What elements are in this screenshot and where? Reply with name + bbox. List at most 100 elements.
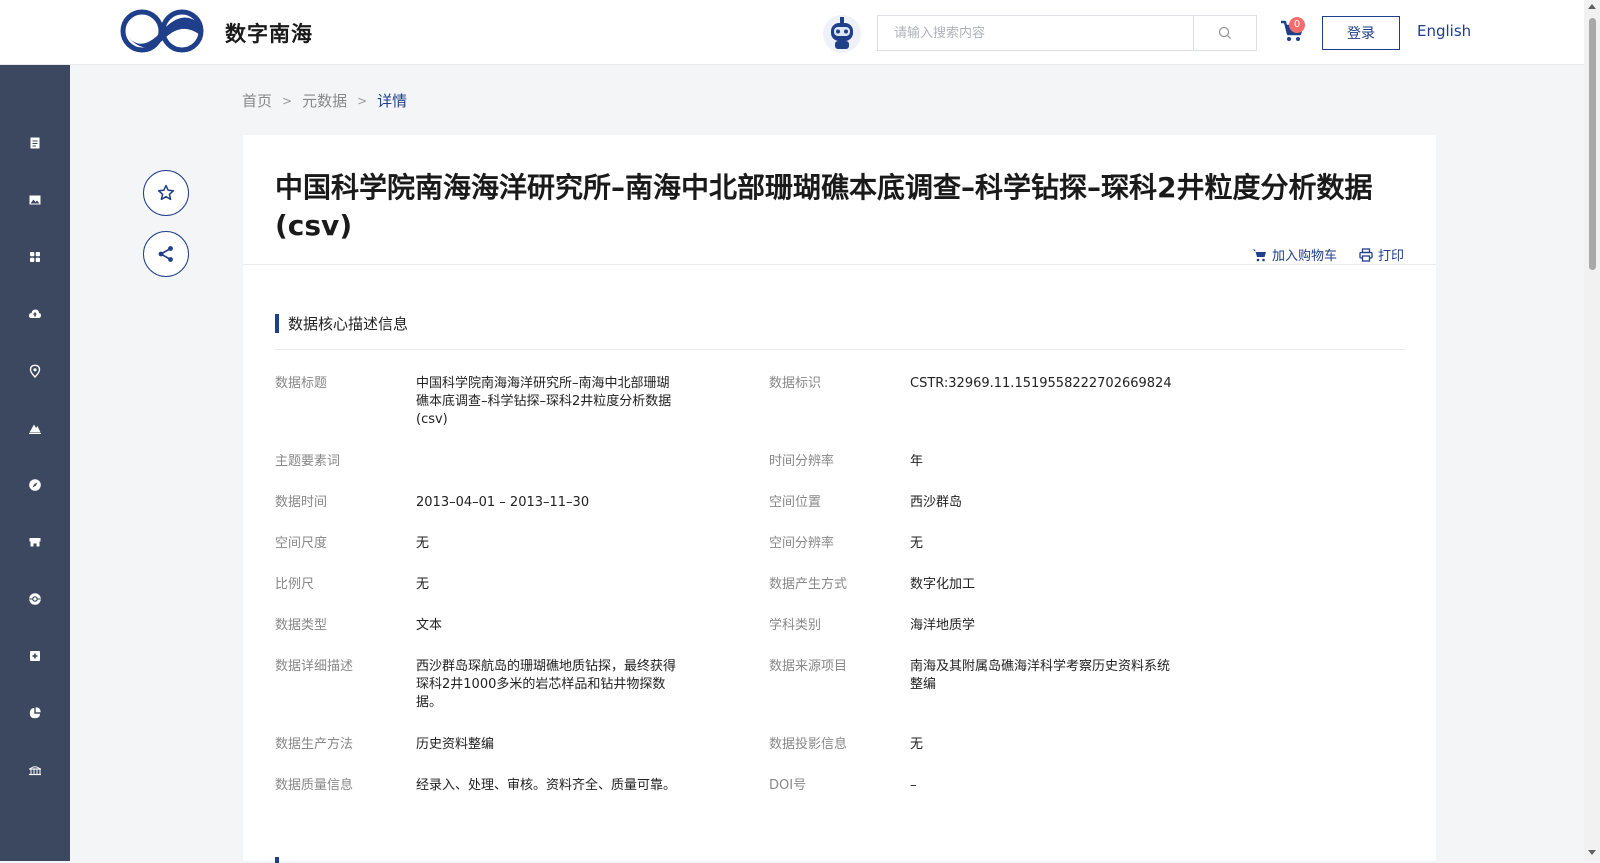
chevron-right-icon: > <box>282 93 293 108</box>
field-value-line: 文本 <box>416 618 443 633</box>
breadcrumb-metadata[interactable]: 元数据 <box>302 90 347 111</box>
field-label: 空间尺度 <box>275 536 328 551</box>
breadcrumb-home[interactable]: 首页 <box>242 90 272 111</box>
sidebar-item-globe[interactable] <box>0 579 70 619</box>
mountain-icon <box>29 424 41 434</box>
page-title: 中国科学院南海海洋研究所–南海中北部珊瑚礁本底调查–科学钻探–琛科2井粒度分析数… <box>275 171 1373 242</box>
field-value: 历史资料整编 <box>416 736 494 754</box>
image-icon <box>29 195 41 205</box>
scroll-down-arrow-icon[interactable] <box>1588 850 1596 855</box>
breadcrumb-current: 详情 <box>377 92 408 110</box>
field-value-line: 整编 <box>910 677 937 692</box>
field-label: 比例尺 <box>275 577 315 592</box>
top-header: 数字南海 0 登录 English <box>0 0 1584 65</box>
site-name[interactable]: 数字南海 <box>225 18 313 48</box>
sidebar-item-store[interactable] <box>0 522 70 562</box>
field-value-line: 2013–04–01 – 2013–11–30 <box>416 495 590 510</box>
sidebar-item-images[interactable] <box>0 180 70 220</box>
chevron-right-icon: > <box>357 93 368 108</box>
detail-card: 中国科学院南海海洋研究所–南海中北部珊瑚礁本底调查–科学钻探–琛科2井粒度分析数… <box>243 135 1436 863</box>
store-icon <box>29 538 41 547</box>
field-value-line: 经录入、处理、审核。资料齐全、质量可靠。 <box>416 778 677 793</box>
plus-box-icon <box>30 651 40 661</box>
document-icon <box>30 137 40 149</box>
field-label: 数据投影信息 <box>769 737 848 752</box>
section-accent-bar <box>275 314 279 333</box>
field-value: CSTR:32969.11.1519558222702669824 <box>910 375 1172 393</box>
field-value-line: CSTR:32969.11.1519558222702669824 <box>910 376 1172 391</box>
search-button[interactable] <box>1193 16 1256 50</box>
field-label: 数据产生方式 <box>769 577 848 592</box>
print-button[interactable]: 打印 <box>1359 245 1404 264</box>
globe-icon <box>29 593 41 605</box>
star-icon <box>157 184 175 201</box>
field-value-line: 礁本底调查–科学钻探–琛科2井粒度分析数据 <box>416 394 672 409</box>
field-value: 经录入、处理、审核。资料齐全、质量可靠。 <box>416 777 676 795</box>
next-section-accent-bar <box>275 857 279 863</box>
favorite-button[interactable] <box>143 170 189 216</box>
sidebar-item-location[interactable] <box>0 351 70 391</box>
sidebar-item-statistics[interactable] <box>0 693 70 733</box>
field-label: 主题要素词 <box>275 454 341 469</box>
print-label: 打印 <box>1377 249 1404 264</box>
field-label: 学科类别 <box>769 618 822 633</box>
field-value-line: 无 <box>416 577 430 592</box>
field-value: 中国科学院南海海洋研究所–南海中北部珊瑚 礁本底调查–科学钻探–琛科2井粒度分析数… <box>416 375 671 429</box>
scroll-thumb[interactable] <box>1589 18 1596 270</box>
field-value-line: 西沙群岛 <box>910 495 963 510</box>
compass-icon <box>29 479 41 491</box>
field-value-line: 中国科学院南海海洋研究所–南海中北部珊瑚 <box>416 376 670 391</box>
search-box <box>877 15 1257 51</box>
sidebar-item-explore[interactable] <box>0 465 70 505</box>
field-value-line: 西沙群岛琛航岛的珊瑚礁地质钻探，最终获得 <box>416 659 677 674</box>
printer-icon <box>1359 247 1373 262</box>
field-value: 无 <box>416 535 429 553</box>
sidebar-item-upload[interactable] <box>0 294 70 334</box>
field-value: 南海及其附属岛礁海洋科学考察历史资料系统 整编 <box>910 658 1170 694</box>
left-sidebar <box>0 65 70 861</box>
section-title: 数据核心描述信息 <box>288 315 409 333</box>
add-to-cart-button[interactable]: 加入购物车 <box>1252 245 1337 264</box>
bridge-icon <box>29 766 41 776</box>
field-label: 空间位置 <box>769 495 822 510</box>
field-value-line: 琛科2井1000多米的岩芯样品和钻井物探数 <box>416 677 666 692</box>
language-switch[interactable]: English <box>1417 22 1471 40</box>
field-value: 无 <box>910 535 923 553</box>
field-label: 数据来源项目 <box>769 659 848 674</box>
field-value-line: 无 <box>416 536 430 551</box>
field-value: 海洋地质学 <box>910 617 975 635</box>
section-divider <box>275 349 1405 350</box>
field-label: 数据质量信息 <box>275 778 354 793</box>
field-label: 数据标题 <box>275 376 328 391</box>
share-button[interactable] <box>143 231 189 277</box>
search-icon <box>1218 26 1231 39</box>
field-value: 西沙群岛琛航岛的珊瑚礁地质钻探，最终获得 琛科2井1000多米的岩芯样品和钻井物探… <box>416 658 676 712</box>
title-divider <box>243 264 1436 265</box>
breadcrumb: 首页 > 元数据 > 详情 <box>242 90 407 111</box>
share-icon <box>158 246 173 262</box>
sidebar-item-terrain[interactable] <box>0 408 70 448</box>
sidebar-item-documents[interactable] <box>0 123 70 163</box>
field-value-line: 历史资料整编 <box>416 737 495 752</box>
site-logo[interactable] <box>120 9 206 53</box>
field-value-line: 据。 <box>416 695 443 710</box>
login-button[interactable]: 登录 <box>1322 16 1400 50</box>
page-scrollbar[interactable] <box>1584 0 1600 861</box>
field-value-line: 无 <box>910 737 924 752</box>
field-value-line: (csv) <box>416 412 448 427</box>
location-pin-icon <box>29 364 41 378</box>
field-value-line: 南海及其附属岛礁海洋科学考察历史资料系统 <box>910 659 1171 674</box>
pie-chart-icon <box>29 707 41 719</box>
field-value: 文本 <box>416 617 442 635</box>
field-label: 数据详细描述 <box>275 659 354 674</box>
sidebar-item-grid[interactable] <box>0 237 70 277</box>
field-label: 数据标识 <box>769 376 822 391</box>
field-value: 年 <box>910 453 923 471</box>
search-input[interactable] <box>878 16 1193 50</box>
field-label: 时间分辨率 <box>769 454 835 469</box>
sidebar-item-add[interactable] <box>0 636 70 676</box>
robot-assistant-icon[interactable] <box>822 12 862 54</box>
field-value-line: 数字化加工 <box>910 577 976 592</box>
scroll-up-arrow-icon[interactable] <box>1588 4 1596 9</box>
sidebar-item-infrastructure[interactable] <box>0 750 70 790</box>
